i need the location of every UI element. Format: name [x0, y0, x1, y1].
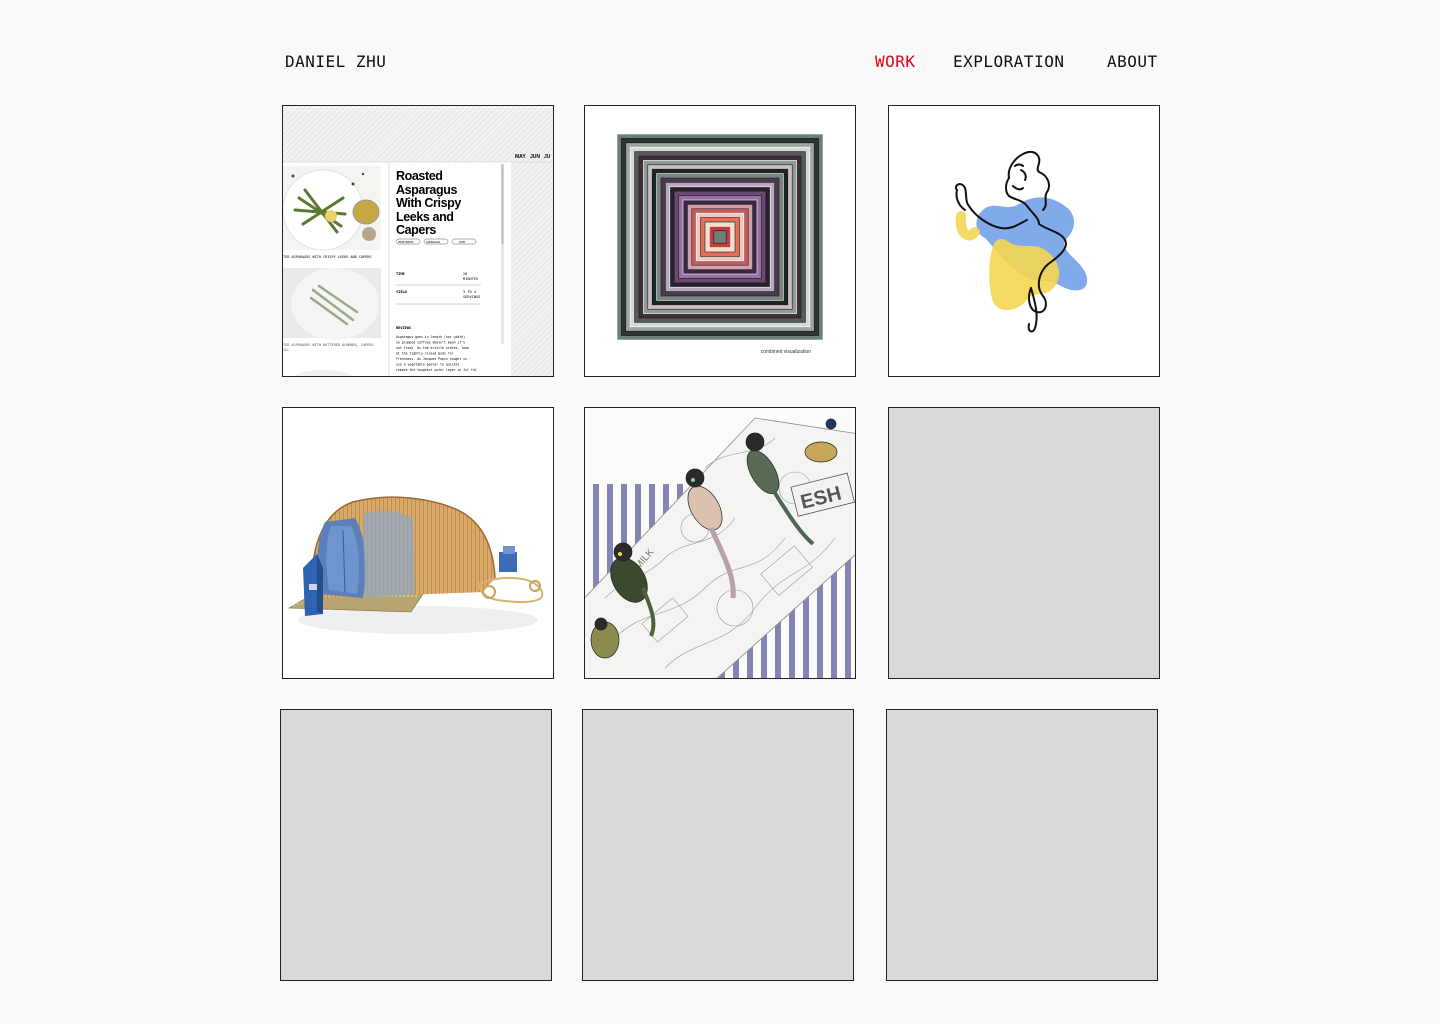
- recipe-review-line: at the tightly closed buds for: [396, 352, 454, 356]
- line-portrait-illustration: [889, 106, 1159, 376]
- project-tile-placeholder[interactable]: [280, 709, 552, 981]
- project-tile-placeholder[interactable]: [888, 407, 1160, 679]
- recipe-title-line-5: Capers: [396, 223, 436, 237]
- recipe-nav-jul: JU: [544, 154, 551, 160]
- recipe-tag-2: ASPARAGUS: [426, 240, 440, 244]
- recipe-review-line: freshness. As Jacques Pepin taught us: [396, 357, 467, 361]
- watercolor-illustration: ESH MILK: [585, 408, 855, 678]
- project-tile-tent-render[interactable]: [282, 407, 554, 679]
- visualization-square: [713, 230, 727, 244]
- tent-render-image: [283, 408, 553, 678]
- project-tile-recipe-site[interactable]: MAY JUN JU TED ASPARAGUS WITH CRISPY LEE…: [282, 105, 554, 377]
- recipe-site-thumbnail: MAY JUN JU TED ASPARAGUS WITH CRISPY LEE…: [283, 106, 553, 376]
- recipe-review-line: not fresh. As the article states, look: [396, 346, 469, 350]
- recipe-title-line-1: Roasted: [396, 169, 443, 183]
- nav-about[interactable]: ABOUT: [1107, 52, 1158, 71]
- recipe-tag-3: LEEK: [459, 240, 466, 244]
- project-tile-placeholder[interactable]: [582, 709, 854, 981]
- recipe-nav-jun: JUN: [530, 154, 540, 160]
- recipe-time-unit: MINUTES: [463, 277, 478, 281]
- nav-exploration[interactable]: EXPLORATION: [953, 52, 1064, 71]
- recipe-yield-unit: SERVINGS: [463, 295, 480, 299]
- nav-work[interactable]: WORK: [875, 52, 916, 71]
- recipe-review-line: remove the toughest outer layer in Jul f…: [396, 368, 477, 372]
- recipe-tag-1: VEGETABLES: [398, 240, 414, 244]
- recipe-yield-label: YIELD: [396, 290, 407, 294]
- project-tile-watercolor-illustration[interactable]: ESH MILK: [584, 407, 856, 679]
- recipe-title-line-3: With Crispy: [396, 196, 461, 210]
- recipe-reviews-label: REVIEWS: [396, 326, 411, 330]
- recipe-time-value: 20: [463, 272, 467, 276]
- recipe-title-line-2: Asparagus: [396, 183, 457, 197]
- recipe-review-line: so plumped coffsee doesn't mean it's: [396, 341, 465, 345]
- recipe-review-line: Asparagus goes in length (not width): [396, 335, 465, 339]
- recipe-caption-1: TED ASPARAGUS WITH CRISPY LEEKS AND CAPE…: [283, 255, 372, 259]
- visualization-caption: combined visualization: [761, 349, 812, 355]
- recipe-time-label: TIME: [396, 272, 405, 276]
- site-brand[interactable]: DANIEL ZHU: [285, 52, 386, 71]
- project-tile-line-portrait[interactable]: [888, 105, 1160, 377]
- recipe-caption-2: TED ASPARAGUS WITH BUTTERED ALMONDS, CAP…: [283, 343, 374, 347]
- recipe-caption-2b: ILL: [283, 348, 289, 352]
- recipe-yield-value: 3 TO 4: [463, 290, 476, 294]
- project-tile-placeholder[interactable]: [886, 709, 1158, 981]
- project-tile-visualization[interactable]: combined visualization: [584, 105, 856, 377]
- concentric-squares-visualization: combined visualization: [585, 106, 855, 376]
- recipe-title-line-4: Leeks and: [396, 210, 454, 224]
- recipe-nav-may: MAY: [515, 154, 526, 160]
- recipe-review-line: use a vegetable peeler to quickly: [396, 363, 459, 367]
